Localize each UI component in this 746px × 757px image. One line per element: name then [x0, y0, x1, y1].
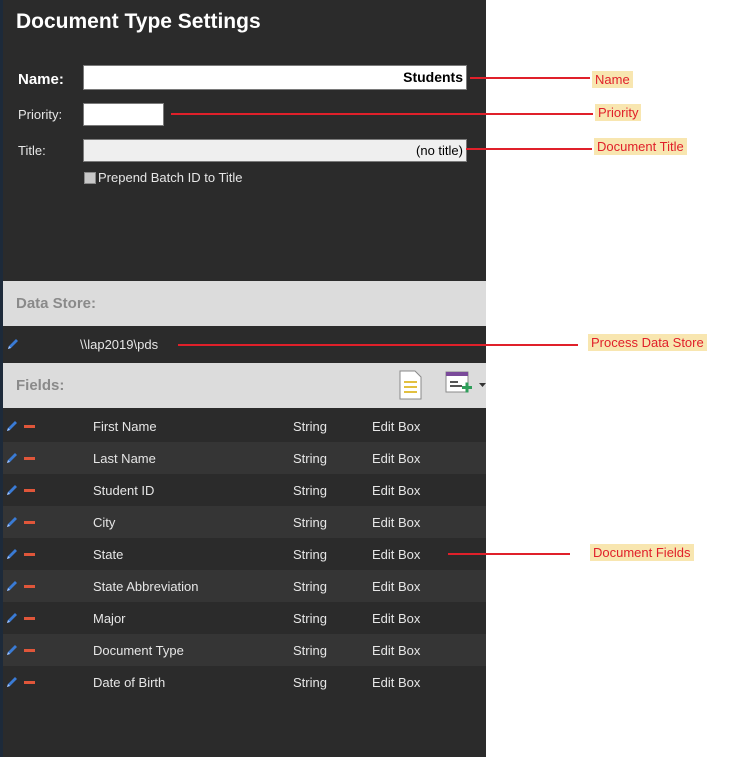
dropdown-arrow-icon[interactable] — [479, 383, 486, 388]
field-control: Edit Box — [372, 419, 421, 434]
field-name: Document Type — [93, 643, 184, 658]
table-row[interactable]: Student ID String Edit Box — [3, 474, 486, 506]
field-control: Edit Box — [372, 451, 421, 466]
table-row[interactable]: Document Type String Edit Box — [3, 634, 486, 666]
field-name: Last Name — [93, 451, 156, 466]
pencil-icon[interactable] — [5, 579, 19, 593]
field-name: Student ID — [93, 483, 155, 498]
annotation-process-data-store: Process Data Store — [588, 334, 707, 351]
annotation-line-priority — [171, 113, 593, 115]
minus-icon[interactable] — [24, 521, 35, 524]
minus-icon[interactable] — [24, 553, 35, 556]
field-name: Major — [93, 611, 126, 626]
pencil-icon[interactable] — [5, 643, 19, 657]
field-name: State — [93, 547, 124, 562]
add-field-icon[interactable] — [445, 371, 473, 399]
field-name: State Abbreviation — [93, 579, 199, 594]
prepend-batch-label: Prepend Batch ID to Title — [98, 170, 243, 185]
field-type: String — [293, 611, 327, 626]
field-name: First Name — [93, 419, 157, 434]
data-store-path: \\lap2019\pds — [80, 337, 159, 352]
minus-icon[interactable] — [24, 585, 35, 588]
field-control: Edit Box — [372, 579, 421, 594]
field-control: Edit Box — [372, 643, 421, 658]
pencil-icon[interactable] — [5, 547, 19, 561]
page-title: Document Type Settings — [16, 10, 261, 33]
annotation-line-name — [470, 77, 590, 79]
data-store-header: Data Store: — [3, 281, 486, 326]
field-name: Date of Birth — [93, 675, 166, 690]
table-row[interactable]: First Name String Edit Box — [3, 410, 486, 442]
minus-icon[interactable] — [24, 617, 35, 620]
field-control: Edit Box — [372, 675, 421, 690]
name-input[interactable]: Students — [83, 65, 467, 90]
field-name: City — [93, 515, 116, 530]
table-row[interactable]: City String Edit Box — [3, 506, 486, 538]
pencil-icon[interactable] — [5, 451, 19, 465]
fields-label: Fields: — [16, 377, 65, 394]
field-type: String — [293, 675, 327, 690]
field-type: String — [293, 579, 327, 594]
title-input[interactable]: (no title) — [83, 139, 467, 162]
prepend-batch-checkbox[interactable] — [84, 172, 96, 184]
title-label: Title: — [18, 143, 46, 158]
annotation-line-title — [466, 148, 592, 150]
table-row[interactable]: Last Name String Edit Box — [3, 442, 486, 474]
table-row[interactable]: State String Edit Box — [3, 538, 486, 570]
field-type: String — [293, 643, 327, 658]
minus-icon[interactable] — [24, 457, 35, 460]
priority-label: Priority: — [18, 107, 63, 122]
annotation-line-fields — [448, 553, 570, 555]
priority-input[interactable] — [83, 103, 164, 126]
annotation-priority: Priority — [595, 104, 642, 121]
pencil-icon[interactable] — [5, 675, 19, 689]
minus-icon[interactable] — [24, 681, 35, 684]
field-type: String — [293, 515, 327, 530]
annotation-name: Name — [592, 71, 633, 88]
field-type: String — [293, 451, 327, 466]
data-store-label: Data Store: — [16, 295, 97, 312]
field-type: String — [293, 419, 327, 434]
fields-header: Fields: — [3, 363, 486, 408]
pencil-icon[interactable] — [5, 419, 19, 433]
field-type: String — [293, 547, 327, 562]
annotation-document-fields: Document Fields — [590, 544, 694, 561]
pencil-icon[interactable] — [5, 483, 19, 497]
minus-icon[interactable] — [24, 649, 35, 652]
pencil-icon[interactable] — [5, 611, 19, 625]
document-icon[interactable] — [399, 370, 423, 400]
table-row[interactable]: State Abbreviation String Edit Box — [3, 570, 486, 602]
minus-icon[interactable] — [24, 489, 35, 492]
annotation-document-title: Document Title — [594, 138, 687, 155]
pencil-icon[interactable] — [5, 515, 19, 529]
minus-icon[interactable] — [24, 425, 35, 428]
table-row[interactable]: Major String Edit Box — [3, 602, 486, 634]
annotation-line-data-store — [178, 344, 578, 346]
table-row[interactable]: Date of Birth String Edit Box — [3, 666, 486, 698]
field-control: Edit Box — [372, 515, 421, 530]
name-label: Name: — [18, 71, 64, 88]
field-type: String — [293, 483, 327, 498]
field-control: Edit Box — [372, 483, 421, 498]
field-control: Edit Box — [372, 611, 421, 626]
field-control: Edit Box — [372, 547, 421, 562]
pencil-icon[interactable] — [6, 337, 20, 351]
